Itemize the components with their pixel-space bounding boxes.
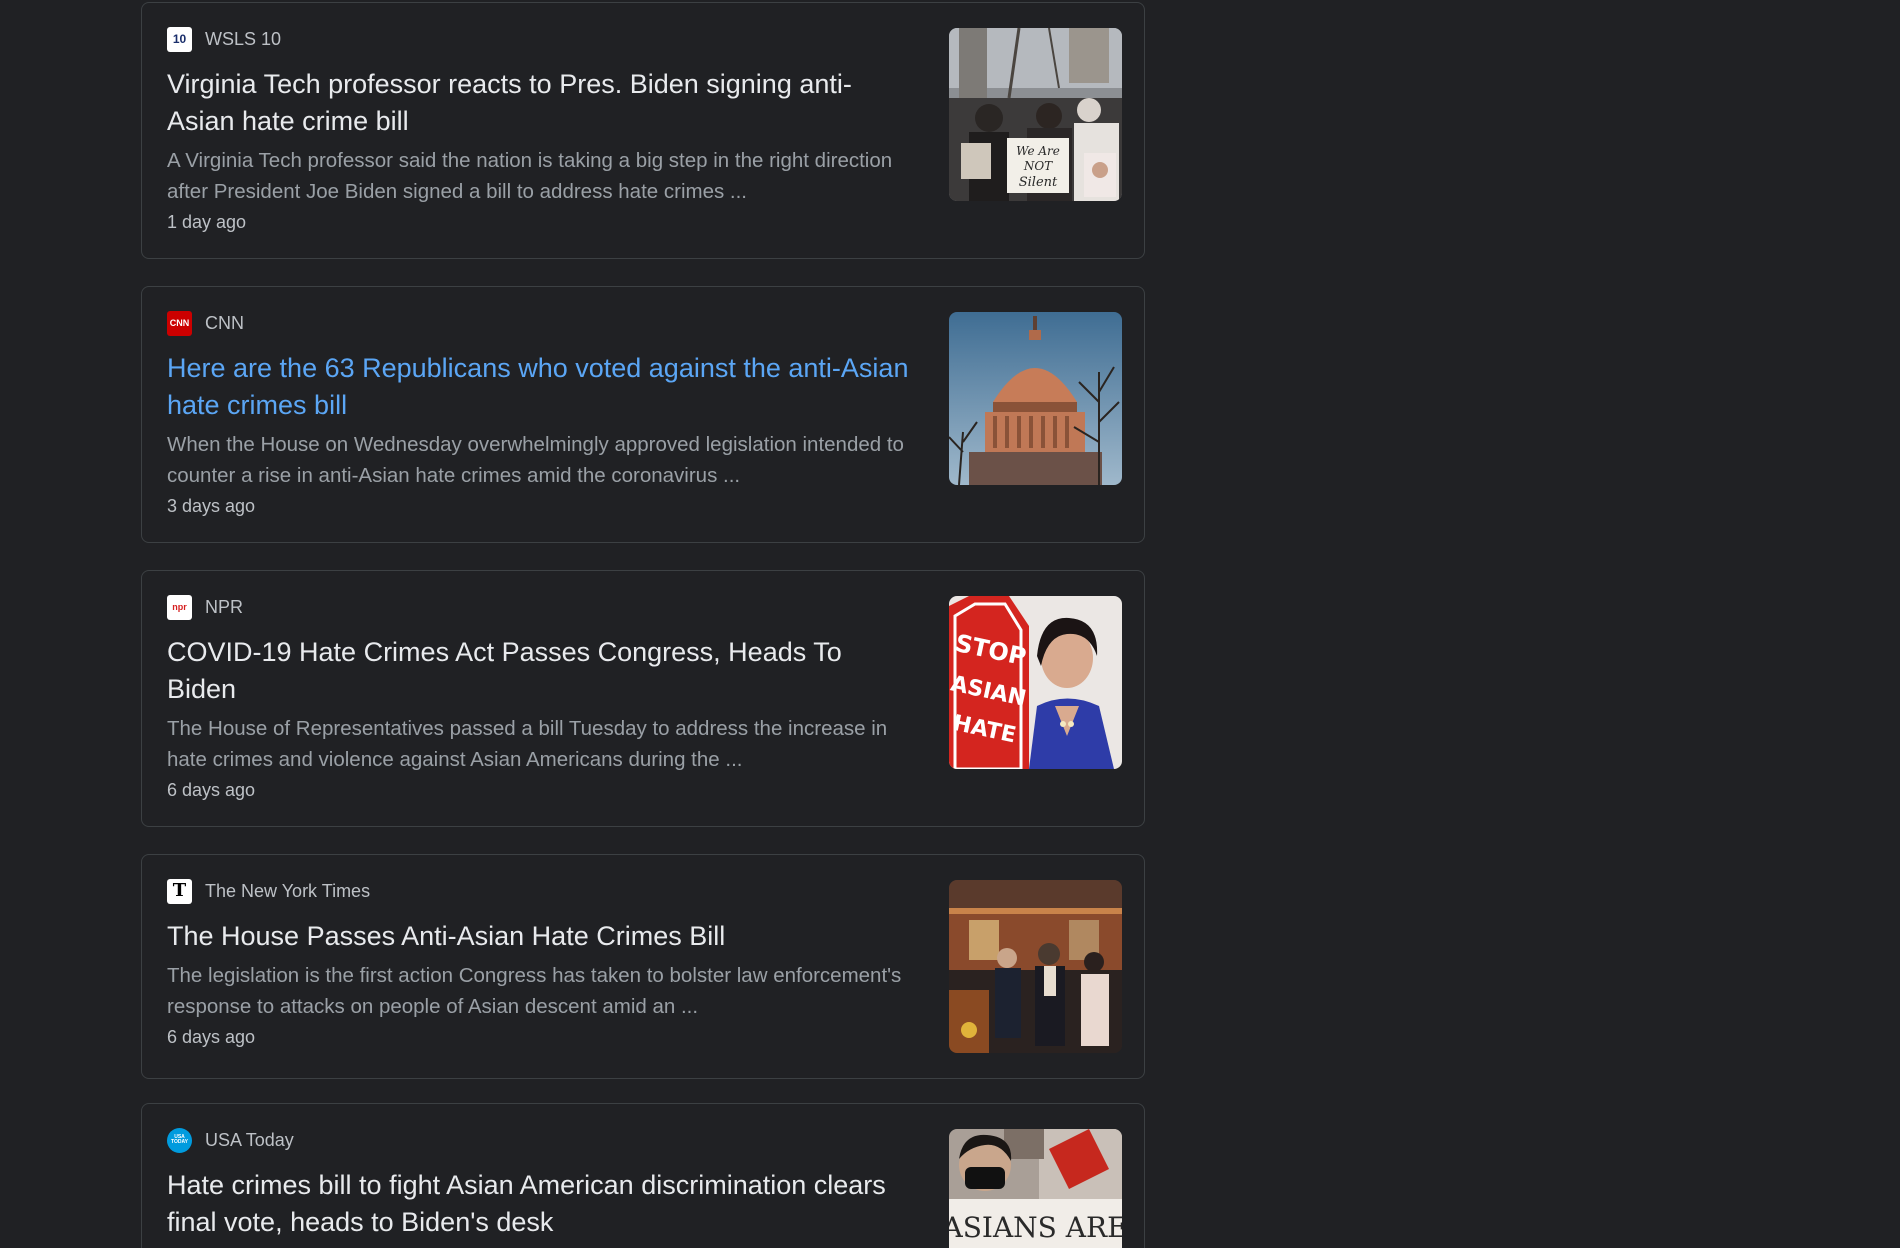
news-source: npr NPR	[167, 594, 1067, 620]
news-thumbnail[interactable]: STOP ASIAN HATE	[949, 596, 1122, 769]
news-timestamp: 1 day ago	[167, 212, 247, 232]
news-results-page: 10 WSLS 10 Virginia Tech professor react…	[0, 0, 1900, 1248]
news-card[interactable]: T The New York Times The House Passes An…	[141, 854, 1145, 1079]
news-card[interactable]: USA TODAY USA Today Hate crimes bill to …	[141, 1103, 1145, 1248]
svg-text:NOT: NOT	[1023, 159, 1053, 173]
news-headline[interactable]: Hate crimes bill to fight Asian American…	[167, 1167, 917, 1241]
news-timestamp: 6 days ago	[167, 1027, 256, 1047]
news-card-text: CNN CNN Here are the 63 Republicans who …	[167, 310, 1067, 521]
wsls-logo-icon: 10	[167, 26, 192, 52]
stop-asian-hate-photo-image: STOP ASIAN HATE	[949, 596, 1122, 769]
capitol-dome-photo-image	[949, 312, 1122, 485]
news-thumbnail[interactable]	[949, 880, 1122, 1053]
news-card-text: T The New York Times The House Passes An…	[167, 878, 1067, 1052]
news-snippet: A Virginia Tech professor said the natio…	[167, 149, 893, 203]
nyt-logo-icon: T	[167, 878, 192, 904]
news-timestamp: 3 days ago	[167, 496, 256, 516]
press-conference-photo-image	[949, 880, 1122, 1053]
news-source: USA TODAY USA Today	[167, 1127, 1067, 1153]
news-card[interactable]: 10 WSLS 10 Virginia Tech professor react…	[141, 2, 1145, 259]
news-source: T The New York Times	[167, 878, 1067, 904]
news-headline[interactable]: Virginia Tech professor reacts to Pres. …	[167, 66, 917, 140]
source-name: WSLS 10	[205, 28, 282, 49]
news-thumbnail[interactable]	[949, 312, 1122, 485]
news-source: CNN CNN	[167, 310, 1067, 336]
npr-logo-icon: npr	[167, 594, 192, 620]
news-thumbnail[interactable]: ASIANS ARE	[949, 1129, 1122, 1248]
news-card[interactable]: npr NPR COVID-19 Hate Crimes Act Passes …	[141, 570, 1145, 827]
protest-sign-photo-image: ASIANS ARE	[949, 1129, 1122, 1248]
source-name: The New York Times	[205, 880, 371, 901]
usa-today-logo-icon: USA TODAY	[167, 1127, 192, 1153]
source-name: CNN	[205, 312, 244, 333]
source-name: USA Today	[205, 1129, 294, 1150]
news-headline[interactable]: The House Passes Anti-Asian Hate Crimes …	[167, 918, 917, 955]
svg-text:We Are: We Are	[1016, 144, 1060, 158]
news-card[interactable]: CNN CNN Here are the 63 Republicans who …	[141, 286, 1145, 543]
news-thumbnail[interactable]: We Are NOT Silent	[949, 28, 1122, 201]
news-headline[interactable]: Here are the 63 Republicans who voted ag…	[167, 350, 917, 424]
news-card-text: 10 WSLS 10 Virginia Tech professor react…	[167, 26, 1067, 237]
svg-text:Silent: Silent	[1019, 175, 1058, 190]
svg-text:ASIANS ARE: ASIANS ARE	[949, 1211, 1122, 1244]
news-timestamp: 6 days ago	[167, 780, 256, 800]
news-source: 10 WSLS 10	[167, 26, 1067, 52]
cnn-logo-icon: CNN	[167, 310, 192, 336]
news-snippet: The House of Representatives passed a bi…	[167, 717, 888, 771]
protest-photo-image: We Are NOT Silent	[949, 28, 1122, 201]
news-card-text: USA TODAY USA Today Hate crimes bill to …	[167, 1127, 1067, 1241]
news-headline[interactable]: COVID-19 Hate Crimes Act Passes Congress…	[167, 634, 917, 708]
source-name: NPR	[205, 596, 244, 617]
news-card-text: npr NPR COVID-19 Hate Crimes Act Passes …	[167, 594, 1067, 805]
news-snippet: The legislation is the first action Cong…	[167, 964, 902, 1018]
news-snippet: When the House on Wednesday overwhelming…	[167, 433, 904, 487]
